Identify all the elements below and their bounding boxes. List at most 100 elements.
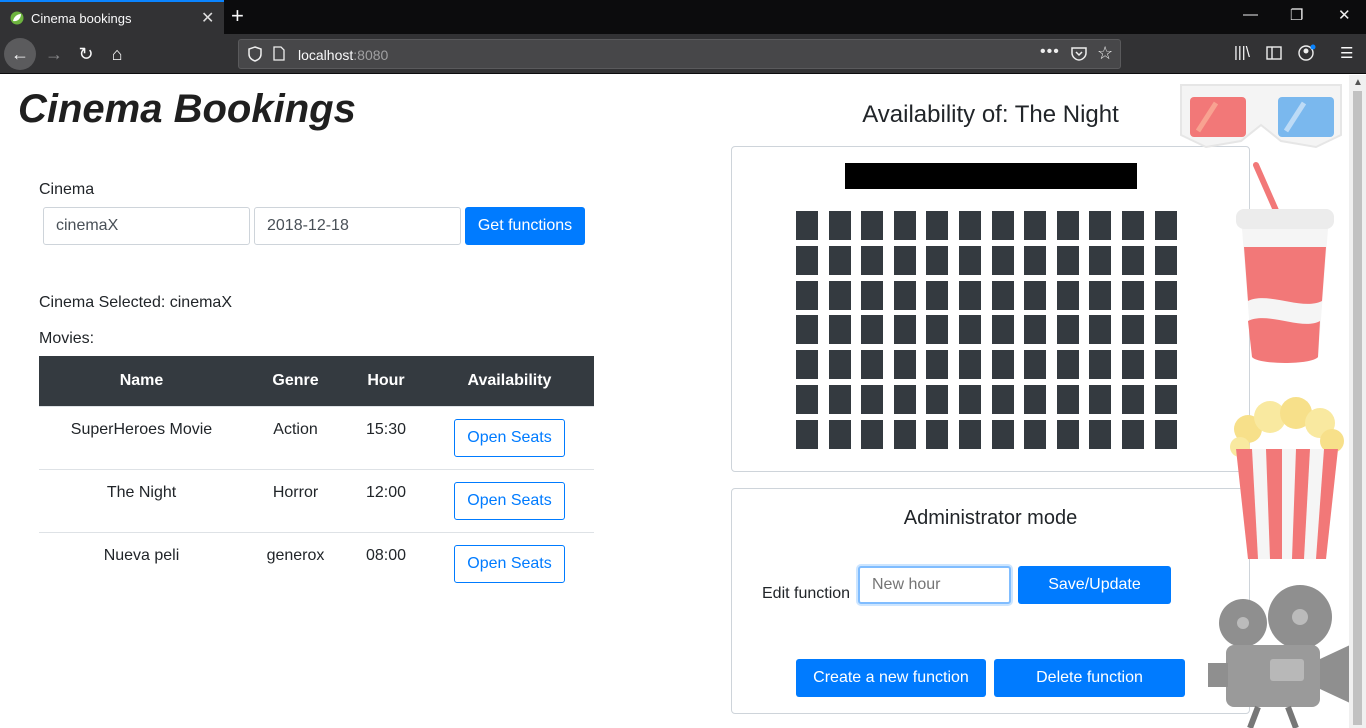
seat[interactable]	[828, 350, 851, 380]
seat[interactable]	[1024, 315, 1047, 345]
seat[interactable]	[1122, 419, 1144, 449]
seat[interactable]	[1089, 245, 1112, 275]
seat[interactable]	[861, 280, 884, 310]
seat[interactable]	[1154, 245, 1177, 275]
seat[interactable]	[1122, 211, 1144, 240]
seat[interactable]	[1056, 419, 1079, 449]
seat[interactable]	[861, 245, 884, 275]
open-seats-button[interactable]: Open Seats	[454, 418, 565, 457]
seat[interactable]	[1089, 211, 1112, 240]
date-input[interactable]: 2018-12-18	[254, 207, 461, 245]
seat[interactable]	[991, 211, 1014, 240]
seat[interactable]	[959, 280, 981, 310]
seat[interactable]	[1122, 385, 1144, 414]
seat[interactable]	[1154, 350, 1177, 380]
seat[interactable]	[796, 419, 818, 449]
seat[interactable]	[1056, 211, 1079, 240]
seat[interactable]	[796, 350, 818, 380]
account-icon[interactable]	[1298, 44, 1316, 62]
create-function-button[interactable]: Create a new function	[796, 659, 986, 697]
seat[interactable]	[828, 280, 851, 310]
minimize-button[interactable]: —	[1243, 6, 1258, 23]
seat[interactable]	[893, 315, 916, 345]
seat[interactable]	[893, 385, 916, 414]
seat[interactable]	[991, 419, 1014, 449]
seat[interactable]	[828, 245, 851, 275]
seat[interactable]	[1056, 245, 1079, 275]
menu-icon[interactable]: ☰	[1340, 44, 1353, 62]
seat[interactable]	[1089, 315, 1112, 345]
seat[interactable]	[959, 245, 981, 275]
star-icon[interactable]: ☆	[1097, 43, 1113, 64]
delete-function-button[interactable]: Delete function	[994, 659, 1185, 697]
seat[interactable]	[1154, 385, 1177, 414]
seat[interactable]	[796, 245, 818, 275]
tab-close-icon[interactable]: ✕	[201, 8, 214, 28]
new-tab-button[interactable]: +	[231, 3, 244, 29]
seat[interactable]	[959, 350, 981, 380]
tab-cinema-bookings[interactable]: Cinema bookings ✕	[0, 0, 224, 34]
seat[interactable]	[861, 211, 884, 240]
seat[interactable]	[1089, 350, 1112, 380]
seat[interactable]	[893, 350, 916, 380]
seat[interactable]	[926, 350, 949, 380]
seat[interactable]	[1056, 315, 1079, 345]
seat[interactable]	[893, 245, 916, 275]
cinema-input[interactable]: cinemaX	[43, 207, 250, 245]
seat[interactable]	[1056, 350, 1079, 380]
seat[interactable]	[1024, 280, 1047, 310]
seat[interactable]	[796, 211, 818, 240]
seat[interactable]	[1089, 419, 1112, 449]
seat[interactable]	[926, 211, 949, 240]
seat[interactable]	[959, 315, 981, 345]
page-actions-button[interactable]: •••	[1040, 43, 1060, 61]
seat[interactable]	[926, 385, 949, 414]
seat[interactable]	[1024, 350, 1047, 380]
seat[interactable]	[828, 315, 851, 345]
pocket-icon[interactable]	[1071, 46, 1087, 61]
reload-button[interactable]: ↻	[70, 38, 102, 70]
seat[interactable]	[1056, 280, 1079, 310]
seat[interactable]	[796, 280, 818, 310]
seat[interactable]	[861, 350, 884, 380]
seat[interactable]	[991, 385, 1014, 414]
seat[interactable]	[1122, 280, 1144, 310]
seat[interactable]	[926, 245, 949, 275]
scrollbar-thumb[interactable]	[1353, 91, 1362, 725]
forward-button[interactable]: →	[38, 38, 70, 70]
seat[interactable]	[1154, 315, 1177, 345]
seat[interactable]	[1122, 245, 1144, 275]
sidebar-icon[interactable]	[1266, 46, 1282, 60]
seat[interactable]	[828, 211, 851, 240]
seat[interactable]	[796, 315, 818, 345]
open-seats-button[interactable]: Open Seats	[454, 544, 565, 583]
seat[interactable]	[861, 385, 884, 414]
seat[interactable]	[991, 245, 1014, 275]
seat[interactable]	[861, 315, 884, 345]
seat[interactable]	[1154, 280, 1177, 310]
library-icon[interactable]: |||\	[1234, 44, 1250, 61]
seat[interactable]	[1154, 211, 1177, 240]
url-bar[interactable]: localhost:8080 ••• ☆	[238, 39, 1121, 69]
seat[interactable]	[893, 280, 916, 310]
shield-icon[interactable]	[248, 46, 262, 62]
seat[interactable]	[926, 419, 949, 449]
new-hour-input[interactable]	[858, 566, 1011, 604]
seat[interactable]	[1089, 385, 1112, 414]
seat[interactable]	[1056, 385, 1079, 414]
save-update-button[interactable]: Save/Update	[1018, 566, 1171, 604]
seat[interactable]	[1024, 211, 1047, 240]
seat[interactable]	[1024, 245, 1047, 275]
seat[interactable]	[828, 419, 851, 449]
home-button[interactable]: ⌂	[101, 38, 133, 70]
seat[interactable]	[991, 350, 1014, 380]
seat[interactable]	[991, 280, 1014, 310]
window-close-button[interactable]: ✕	[1338, 6, 1351, 24]
seat[interactable]	[1024, 419, 1047, 449]
seat[interactable]	[959, 385, 981, 414]
seat[interactable]	[861, 419, 884, 449]
seat[interactable]	[959, 211, 981, 240]
seat[interactable]	[828, 385, 851, 414]
seat[interactable]	[926, 315, 949, 345]
seat[interactable]	[1024, 385, 1047, 414]
